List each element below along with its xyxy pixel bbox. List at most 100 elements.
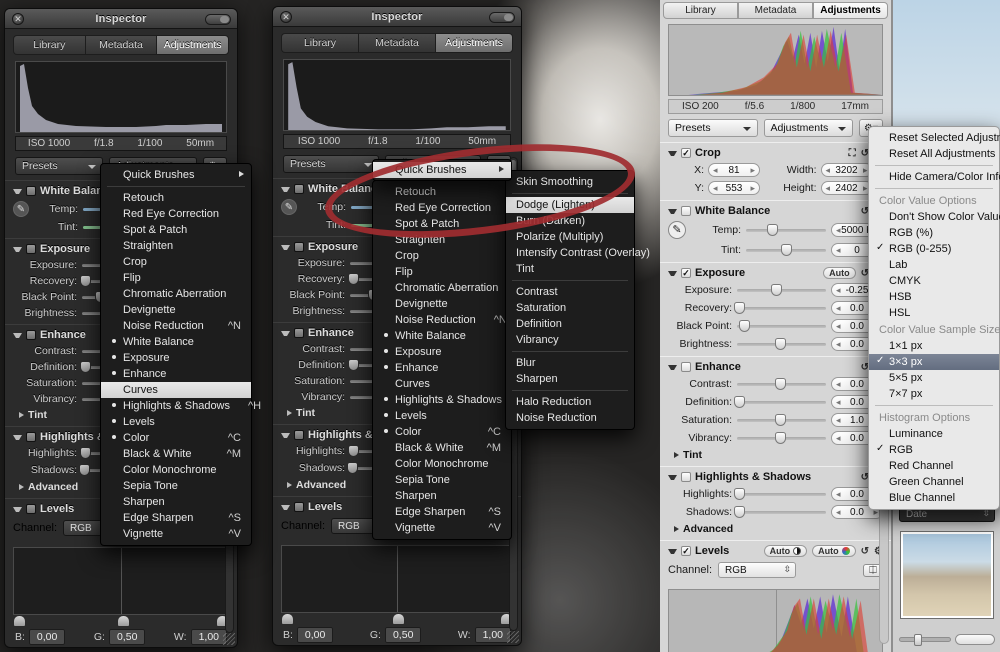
eyedropper-icon[interactable]: ✎ [13, 201, 29, 217]
menu-item[interactable]: Intensify Contrast (Overlay) [506, 245, 650, 261]
saturation-slider[interactable] [737, 413, 826, 426]
tab-metadata[interactable]: Metadata [84, 35, 157, 55]
menu-item[interactable]: Levels [101, 414, 251, 430]
menu-item[interactable]: Vignette ^V [373, 520, 511, 536]
menu-item[interactable]: RGB (%) [869, 225, 999, 241]
disclosure-triangle-icon[interactable] [281, 330, 290, 336]
menu-item[interactable]: Retouch [101, 190, 251, 206]
menu-item[interactable]: Exposure [373, 344, 511, 360]
exposure-auto-button[interactable]: Auto [823, 267, 856, 279]
disclosure-triangle-icon[interactable] [668, 474, 677, 480]
menu-item[interactable]: Exposure [101, 350, 251, 366]
vibrancy-slider[interactable] [737, 431, 826, 444]
menu-item[interactable]: Hide Camera/Color Info [869, 169, 1000, 185]
menu-item[interactable]: Color ^C [373, 424, 511, 440]
menu-item[interactable]: Curves [373, 376, 511, 392]
adjustments-menu-left[interactable]: Quick Brushes Retouch Red Eye Correction Sp… [100, 163, 261, 546]
menu-item[interactable]: Spot & Patch [373, 216, 511, 232]
adjustments-dropdown[interactable]: Adjustments [763, 119, 853, 137]
levels-w-value[interactable]: 1,00 [474, 627, 511, 643]
menu-item[interactable]: Sharpen [101, 494, 251, 510]
menu-item[interactable]: Green Channel [869, 474, 999, 490]
disclosure-triangle-icon[interactable] [281, 432, 290, 438]
disclosure-triangle-icon[interactable] [668, 208, 677, 214]
menu-item[interactable]: Red Eye Correction [373, 200, 511, 216]
menu-item[interactable]: 7×7 px [869, 386, 999, 402]
disclosure-triangle-icon[interactable] [668, 150, 677, 156]
reset-icon[interactable]: ↺ [861, 546, 869, 557]
menu-item[interactable]: ✓ RGB (0-255) [869, 241, 999, 257]
menu-item[interactable]: 1×1 px [869, 338, 999, 354]
menu-item[interactable]: Levels [373, 408, 511, 424]
menu-item[interactable]: Devignette [373, 296, 511, 312]
levels-g-value[interactable]: 0,50 [384, 627, 422, 643]
adjustments-menu-middle[interactable]: Retouch Red Eye Correction Spot & Patch Str… [372, 180, 533, 540]
menu-item-quick-brushes[interactable]: Quick Brushes [373, 162, 511, 178]
disclosure-triangle-icon[interactable] [281, 504, 290, 510]
crop-y-field[interactable]: ◂ 553 ▸ [708, 181, 760, 195]
menu-item[interactable]: Skin Smoothing [506, 174, 634, 190]
eyedropper-icon[interactable]: ✎ [281, 199, 297, 215]
menu-item[interactable]: Crop [101, 254, 251, 270]
disclosure-triangle-icon[interactable] [281, 244, 290, 250]
levels-channel-select[interactable]: RGB [718, 562, 797, 578]
tab-library[interactable]: Library [13, 35, 85, 55]
menu-item[interactable]: Sepia Tone [101, 478, 251, 494]
levels-auto-luminance-button[interactable]: Auto [763, 545, 808, 557]
levels-black-handle[interactable] [13, 615, 26, 627]
hs-advanced-subsection[interactable]: Advanced [668, 523, 883, 535]
levels-histogram[interactable] [13, 547, 229, 615]
menu-item[interactable]: Color Monochrome [373, 456, 511, 472]
menu-item[interactable]: Highlights & Shadows^H [101, 398, 261, 414]
tab-adjustments[interactable]: Adjustments [156, 35, 230, 55]
disclosure-triangle-icon[interactable] [13, 434, 22, 440]
menu-item[interactable]: Color ^C [101, 430, 251, 446]
menu-item[interactable]: Flip [101, 270, 251, 286]
levels-b-value[interactable]: 0,00 [28, 629, 66, 645]
menu-item[interactable]: Blue Channel [869, 490, 999, 506]
menu-item[interactable]: Halo Reduction [506, 394, 634, 410]
menu-item[interactable]: Devignette [101, 302, 251, 318]
menu-item[interactable]: Straighten [101, 238, 251, 254]
window-resize-handle[interactable] [507, 631, 519, 643]
disclosure-triangle-icon[interactable] [13, 188, 22, 194]
definition-slider[interactable] [733, 395, 826, 408]
tab-library[interactable]: Library [663, 2, 738, 19]
quick-brushes-submenu[interactable]: Skin Smoothing Dodge (Lighten) Burn (Darke… [505, 170, 650, 430]
menu-item[interactable]: White Balance [373, 328, 511, 344]
tab-adjustments[interactable]: Adjustments [435, 33, 513, 53]
levels-checkbox[interactable] [294, 502, 304, 512]
menu-item[interactable]: Saturation [506, 300, 634, 316]
levels-g-value[interactable]: 0,50 [108, 629, 146, 645]
disclosure-triangle-icon[interactable] [668, 364, 677, 370]
white-balance-checkbox[interactable] [294, 184, 304, 194]
menu-item[interactable]: Sharpen [506, 371, 634, 387]
exposure-checkbox[interactable] [681, 268, 691, 278]
close-icon[interactable]: ✕ [12, 13, 24, 25]
menu-item[interactable]: Chromatic Aberration [101, 286, 251, 302]
window-toggle-control[interactable] [205, 14, 231, 25]
tab-adjustments[interactable]: Adjustments [813, 2, 888, 19]
menu-item[interactable]: Edge Sharpen ^S [373, 504, 511, 520]
white-balance-checkbox[interactable] [681, 206, 691, 216]
menu-item[interactable]: Noise Reduction ^N [101, 318, 251, 334]
wb-temp-slider[interactable] [746, 223, 826, 236]
crop-checkbox[interactable] [681, 148, 691, 158]
menu-item[interactable]: Chromatic Aberration [373, 280, 511, 296]
levels-gray-handle[interactable] [392, 613, 406, 625]
titlebar-left[interactable]: ✕ Inspector [5, 9, 237, 29]
levels-black-handle[interactable] [281, 613, 294, 625]
menu-item[interactable]: Burn (Darken) [506, 213, 634, 229]
highlights-slider[interactable] [733, 487, 826, 500]
menu-item[interactable]: Red Eye Correction [101, 206, 251, 222]
gear-menu-right[interactable]: Reset Selected AdjustmentReset All Adjus… [868, 126, 1000, 510]
presets-dropdown[interactable]: Presets [15, 157, 103, 175]
levels-gray-handle[interactable] [116, 615, 130, 627]
menu-item[interactable]: Vibrancy [506, 332, 634, 348]
levels-histogram[interactable] [281, 545, 513, 613]
menu-item[interactable]: Reset All Adjustments [869, 146, 999, 162]
menu-item[interactable]: Sharpen [373, 488, 511, 504]
menu-item[interactable]: CMYK [869, 273, 999, 289]
menu-item[interactable]: Lab [869, 257, 999, 273]
tab-metadata[interactable]: Metadata [738, 2, 813, 19]
